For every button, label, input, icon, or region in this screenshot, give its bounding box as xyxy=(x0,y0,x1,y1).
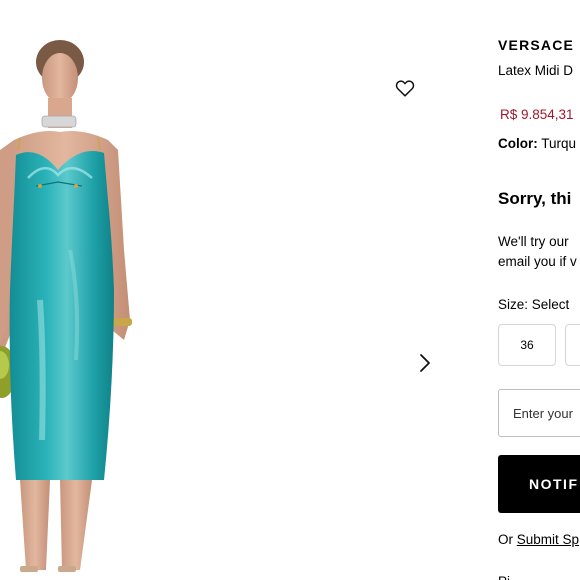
product-title: Latex Midi D xyxy=(498,63,574,78)
size-option-next[interactable] xyxy=(565,324,580,366)
color-label: Color: xyxy=(498,136,538,151)
size-label: Size: Select xyxy=(498,297,570,312)
submit-special-order-link[interactable]: Submit Sp xyxy=(517,532,579,547)
unavailable-heading: Sorry, thi xyxy=(498,189,572,208)
submit-request-row: Or Submit Sp xyxy=(498,532,579,547)
chevron-right-icon[interactable] xyxy=(414,350,436,376)
unavailable-message-line-1: We'll try our xyxy=(498,234,569,249)
wishlist-heart-icon[interactable] xyxy=(394,77,416,99)
color-value: Turqu xyxy=(541,136,577,151)
product-gallery xyxy=(0,0,470,580)
unavailable-message: We'll try our email you if v xyxy=(498,232,577,272)
color-row: Color: Turqu xyxy=(498,136,576,151)
brand-name[interactable]: VERSACE xyxy=(498,37,574,53)
email-field[interactable] xyxy=(498,389,580,437)
notify-me-button[interactable]: NOTIF xyxy=(498,455,580,513)
size-option-36[interactable]: 36 xyxy=(498,324,556,366)
unavailable-message-line-2: email you if v xyxy=(498,254,577,269)
product-price: R$ 9.854,31 xyxy=(500,107,574,122)
product-page: VERSACE Latex Midi D R$ 9.854,31 Color: … xyxy=(0,0,580,580)
or-text: Or xyxy=(498,532,517,547)
product-info-panel: VERSACE Latex Midi D R$ 9.854,31 Color: … xyxy=(498,0,580,580)
cut-off-text: Pi xyxy=(498,574,510,580)
